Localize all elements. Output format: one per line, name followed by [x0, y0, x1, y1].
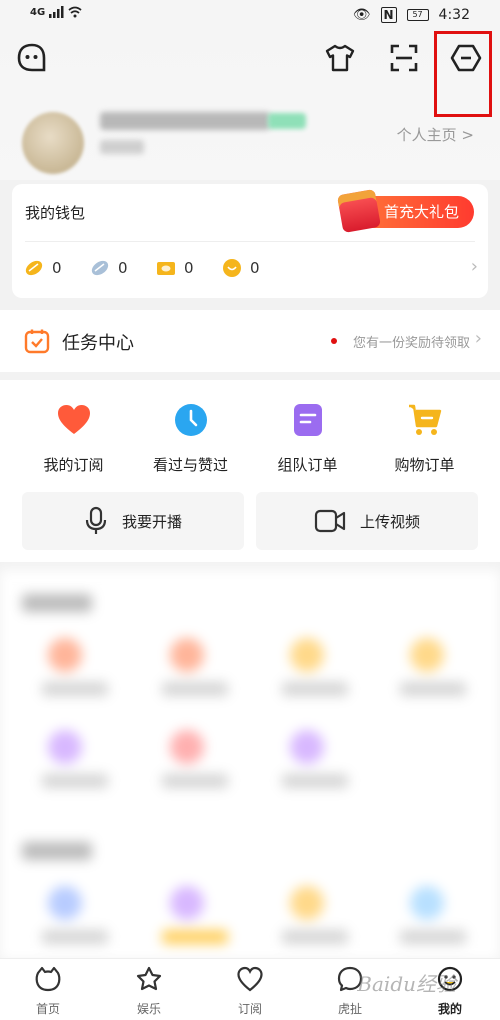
start-live-label: 我要开播: [121, 512, 182, 531]
network-type: 4G: [30, 7, 46, 18]
user-subtext-blurred: [100, 140, 144, 154]
ticket-icon: [157, 262, 175, 275]
username-blurred: [100, 112, 270, 130]
battery-icon: 57: [406, 9, 429, 21]
coin-icon: [223, 259, 241, 277]
cart-icon: [408, 404, 441, 435]
wallet-title[interactable]: 我的钱包: [25, 202, 85, 223]
user-tag-blurred: [268, 113, 306, 129]
heart-outline-icon: [237, 966, 263, 992]
clock-time: 4:32: [438, 7, 470, 23]
shortcut-panel: 我的订阅 看过与赞过 组队订单 购物订单 我要开播 上传视频: [0, 380, 500, 562]
network-indicator: 4G: [30, 6, 89, 18]
coin-asset[interactable]: 0: [222, 258, 288, 278]
reward-dot: [331, 338, 337, 344]
scan-icon[interactable]: [384, 38, 424, 78]
video-camera-icon: [314, 509, 346, 533]
tab-label: 虎扯: [337, 1002, 362, 1016]
ticket-asset[interactable]: 0: [156, 258, 222, 278]
task-center-row[interactable]: 任务中心 您有一份奖励待领取 ›: [0, 310, 500, 372]
shortcut-team-orders[interactable]: 组队订单: [245, 402, 370, 475]
blurred-section-1: [0, 570, 500, 805]
start-live-button[interactable]: 我要开播: [22, 492, 244, 550]
blurred-content-area: [0, 570, 500, 960]
chevron-right-icon[interactable]: ›: [471, 256, 478, 277]
microphone-icon: [85, 506, 107, 534]
baidu-watermark: Baidu经验: [357, 972, 456, 996]
shortcut-subscriptions[interactable]: 我的订阅: [11, 402, 136, 475]
home-icon: [35, 966, 61, 992]
divider: [25, 241, 475, 242]
upload-video-button[interactable]: 上传视频: [256, 492, 478, 550]
shortcut-label: 购物订单: [394, 456, 455, 474]
shortcut-label: 组队订单: [277, 456, 338, 474]
clock-icon: [174, 404, 207, 436]
profile-home-link[interactable]: 个人主页 >: [397, 124, 474, 145]
tab-label: 首页: [35, 1002, 60, 1016]
red-envelope-icon: [336, 188, 382, 234]
tab-label: 娱乐: [136, 1002, 161, 1016]
coin-value: 0: [250, 259, 260, 277]
tab-entertainment[interactable]: 娱乐: [119, 965, 179, 1017]
avatar[interactable]: [22, 112, 84, 174]
tab-label: 我的: [437, 1002, 462, 1016]
upload-video-label: 上传视频: [359, 512, 420, 531]
first-recharge-gift-button[interactable]: 首充大礼包: [336, 188, 474, 234]
highlight-annotation-box: [434, 31, 492, 117]
status-bar: 4G 👁 N 57 4:32: [0, 0, 500, 32]
task-center-title: 任务中心: [62, 333, 134, 354]
message-bot-icon[interactable]: [12, 38, 52, 78]
ticket-value: 0: [184, 259, 194, 277]
silver-bean-value: 0: [118, 259, 128, 277]
tab-label: 订阅: [237, 1002, 262, 1016]
dress-up-shirt-icon[interactable]: [320, 38, 360, 78]
eye-icon: 👁: [352, 7, 371, 23]
gold-bean-asset[interactable]: 0: [24, 258, 90, 278]
gold-bean-icon: [25, 260, 43, 276]
chevron-right-icon: ›: [474, 328, 482, 349]
blurred-section-2: [0, 820, 500, 960]
gift-button-label: 首充大礼包: [384, 203, 460, 221]
shortcut-history[interactable]: 看过与赞过: [128, 402, 253, 475]
shortcut-label: 看过与赞过: [152, 456, 228, 474]
shortcut-shopping-orders[interactable]: 购物订单: [362, 402, 487, 475]
gold-bean-value: 0: [52, 259, 62, 277]
star-icon: [136, 966, 162, 991]
shortcut-label: 我的订阅: [43, 456, 104, 474]
wallet-card: 我的钱包 首充大礼包 0 0 0 0 ›: [12, 184, 488, 298]
wallet-assets[interactable]: 0 0 0 0: [24, 258, 288, 278]
calendar-check-icon: [24, 329, 50, 354]
tab-subscribe[interactable]: 订阅: [220, 965, 280, 1017]
heart-icon: [57, 405, 90, 434]
document-icon: [293, 404, 322, 436]
signal-icon: [48, 6, 82, 18]
silver-bean-asset[interactable]: 0: [90, 258, 156, 278]
reward-notice: 您有一份奖励待领取: [352, 336, 470, 351]
tab-home[interactable]: 首页: [18, 965, 78, 1017]
silver-bean-icon: [91, 260, 109, 276]
nfc-icon: N: [380, 7, 397, 23]
